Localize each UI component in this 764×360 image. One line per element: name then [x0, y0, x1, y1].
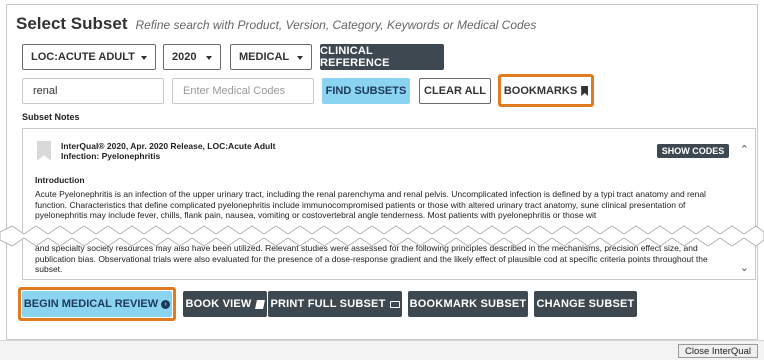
scroll-down-icon[interactable]: ⌄	[740, 261, 749, 274]
printer-icon	[389, 300, 400, 308]
book-view-button[interactable]: BOOK VIEW	[183, 291, 267, 317]
chevron-down-icon	[206, 56, 212, 60]
close-interqual-button[interactable]: Close InterQual	[677, 344, 758, 358]
keyword-input[interactable]: renal	[22, 78, 164, 104]
book-view-label: BOOK VIEW	[185, 298, 252, 310]
version-dropdown-value: 2020	[172, 51, 197, 63]
subset-heading-name: Infection: Pyelonephritis	[61, 151, 161, 161]
introduction-paragraph: Acute Pyelonephritis is an infection of …	[35, 189, 706, 220]
begin-medical-review-button[interactable]: BEGIN MEDICAL REVIEW ›	[22, 291, 172, 317]
category-dropdown-value: MEDICAL	[239, 51, 290, 63]
subset-notes-panel[interactable]: InterQual® 2020, Apr. 2020 Release, LOC:…	[22, 128, 756, 280]
page-subtitle: Refine search with Product, Version, Cat…	[135, 18, 537, 32]
change-subset-button[interactable]: CHANGE SUBSET	[534, 291, 637, 317]
category-dropdown[interactable]: MEDICAL	[230, 44, 312, 70]
torn-edge-divider	[0, 225, 764, 247]
subset-heading-release: InterQual® 2020, Apr. 2020 Release, LOC:…	[61, 141, 276, 151]
bookmark-subset-button[interactable]: BOOKMARK SUBSET	[408, 291, 528, 317]
chevron-down-icon	[297, 56, 303, 60]
find-subsets-button[interactable]: FIND SUBSETS	[322, 78, 410, 104]
print-full-subset-label: PRINT FULL SUBSET	[270, 298, 386, 310]
medical-codes-input[interactable]: Enter Medical Codes	[172, 78, 314, 104]
chevron-down-icon	[141, 56, 147, 60]
arrow-circle-right-icon: ›	[161, 299, 171, 309]
subset-heading: InterQual® 2020, Apr. 2020 Release, LOC:…	[61, 141, 275, 161]
bookmarks-label: BOOKMARKS	[503, 85, 578, 97]
bookmark-icon	[581, 86, 589, 96]
product-dropdown[interactable]: LOC:ACUTE ADULT	[22, 44, 156, 70]
bookmark-flag-icon[interactable]	[37, 141, 51, 161]
product-dropdown-value: LOC:ACUTE ADULT	[31, 51, 135, 63]
show-codes-button[interactable]: SHOW CODES	[657, 144, 729, 158]
clinical-reference-button[interactable]: CLINICAL REFERENCE	[320, 44, 444, 70]
book-icon	[255, 299, 266, 309]
page-title: Select Subset	[16, 14, 128, 33]
introduction-heading: Introduction	[35, 175, 85, 185]
bookmarks-button[interactable]: BOOKMARKS	[502, 78, 590, 104]
print-full-subset-button[interactable]: PRINT FULL SUBSET	[268, 291, 402, 317]
footer-bar	[0, 340, 764, 360]
clear-all-button[interactable]: CLEAR ALL	[419, 78, 491, 104]
header: Select Subset Refine search with Product…	[16, 14, 536, 34]
version-dropdown[interactable]: 2020	[163, 44, 221, 70]
begin-medical-review-label: BEGIN MEDICAL REVIEW	[23, 298, 159, 310]
subset-notes-label: Subset Notes	[22, 112, 80, 122]
scroll-up-icon[interactable]: ⌃	[740, 143, 749, 156]
